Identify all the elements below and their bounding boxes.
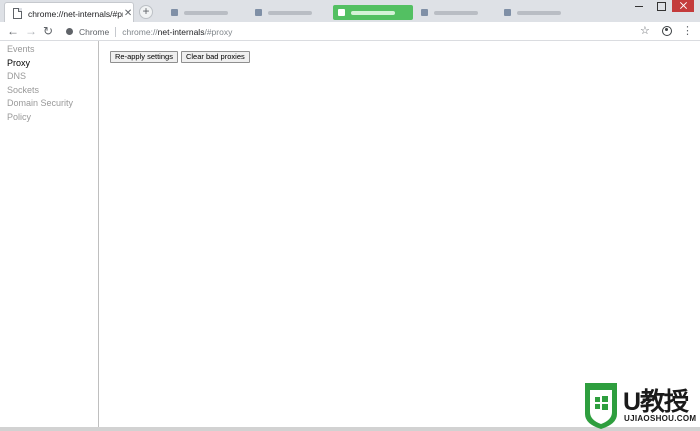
background-tab[interactable] [250,5,330,20]
minimize-icon[interactable] [628,0,650,12]
proxy-panel: Re-apply settings Clear bad proxies [110,51,250,63]
favicon-icon [421,9,428,16]
new-tab-button[interactable]: + [139,5,153,19]
blurred-tab-title [268,10,312,15]
sidebar-item-proxy[interactable]: Proxy [0,57,98,71]
maximize-icon[interactable] [650,0,672,12]
bookmark-star-icon[interactable]: ☆ [640,23,650,39]
address-bar[interactable]: Chrome chrome://net-internals/#proxy [60,23,656,40]
toolbar: ← → ↻ Chrome chrome://net-internals/#pro… [0,22,700,41]
tab-close-icon[interactable]: ✕ [123,8,133,19]
forward-arrow-icon[interactable]: → [24,23,38,39]
page-content: Events Proxy DNS Sockets Domain Security… [0,41,700,427]
tab-strip: chrome://net-internals/#proxy ✕ + [0,0,700,24]
blurred-tab-title [517,10,561,15]
background-tab[interactable] [499,5,579,20]
sidebar-item-dns[interactable]: DNS [0,70,98,84]
omnibox-divider [115,26,117,37]
chrome-chip: Chrome [79,26,110,37]
account-icon[interactable] [662,26,672,36]
watermark-brand: U教授 [623,388,689,416]
background-tab[interactable] [166,5,246,20]
tab-title: chrome://net-internals/#proxy [27,8,123,19]
menu-icon[interactable]: ⋮ [682,23,693,39]
favicon-icon [504,9,511,16]
favicon-icon [255,9,262,16]
clear-bad-proxies-button[interactable]: Clear bad proxies [180,51,250,63]
favicon-icon [171,9,178,16]
window-controls [628,0,694,12]
url-host: net-internals [157,26,205,37]
site-info-icon[interactable] [66,28,73,35]
url-path: /#proxy [204,26,233,37]
blurred-tab-title [351,10,395,15]
page-icon [13,8,22,19]
shield-logo-icon [585,383,617,429]
blurred-tab-title [184,10,228,15]
sidebar: Events Proxy DNS Sockets Domain Security… [0,41,99,427]
reapply-settings-button[interactable]: Re-apply settings [110,51,178,63]
favicon-icon [338,9,345,16]
watermark-url: UJIAOSHOU.COM [624,414,697,423]
tab-net-internals[interactable]: chrome://net-internals/#proxy ✕ [4,2,134,24]
sidebar-item-domain-security-policy[interactable]: Domain Security Policy [0,97,98,124]
sidebar-list: Events Proxy DNS Sockets Domain Security… [0,41,98,124]
reload-icon[interactable]: ↻ [41,23,55,39]
back-arrow-icon[interactable]: ← [6,23,20,39]
close-window-icon[interactable] [672,0,694,12]
watermark-logo: U教授 UJIAOSHOU.COM [583,380,699,430]
background-tab-highlighted[interactable] [333,5,413,20]
sidebar-item-sockets[interactable]: Sockets [0,84,98,98]
url-scheme: chrome:// [122,26,158,37]
sidebar-item-events[interactable]: Events [0,43,98,57]
background-tab[interactable] [416,5,496,20]
blurred-tab-title [434,10,478,15]
